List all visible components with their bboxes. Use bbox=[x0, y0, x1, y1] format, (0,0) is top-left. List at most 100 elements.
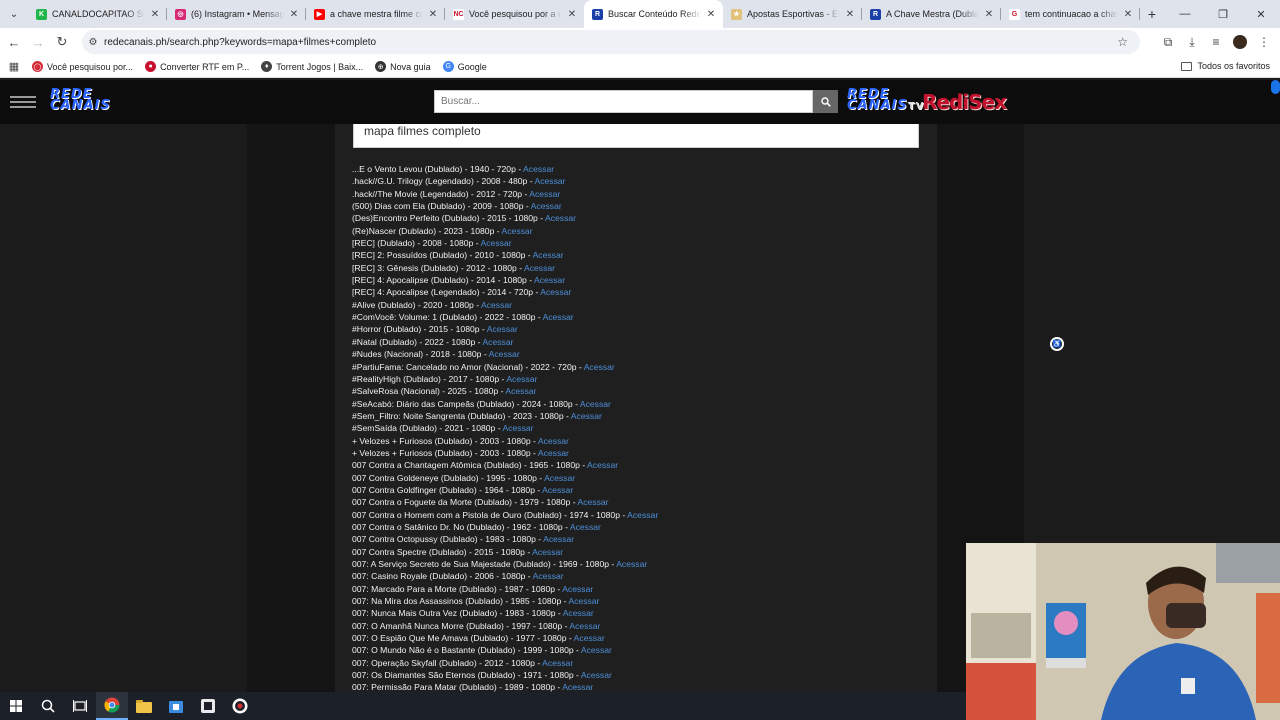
result-separator: - bbox=[481, 349, 489, 360]
tab-close-icon[interactable]: ✕ bbox=[844, 9, 856, 20]
search-icon[interactable] bbox=[32, 692, 64, 720]
acessar-link[interactable]: Acessar bbox=[568, 596, 599, 606]
tab-close-icon[interactable]: ✕ bbox=[149, 9, 161, 20]
browser-tab[interactable]: Gtem continuacao a chave ✕ bbox=[1001, 0, 1140, 28]
forward-arrow-icon[interactable]: → bbox=[26, 30, 50, 54]
scrollbar-thumb[interactable] bbox=[1271, 80, 1280, 94]
acessar-link[interactable]: Acessar bbox=[523, 164, 554, 174]
acessar-link[interactable]: Acessar bbox=[581, 645, 612, 655]
acessar-link[interactable]: Acessar bbox=[540, 287, 571, 297]
acessar-link[interactable]: Acessar bbox=[529, 189, 560, 199]
kebab-menu-icon[interactable]: ⋮ bbox=[1252, 30, 1276, 54]
bookmark-item[interactable]: ◯ Você pesquisou por... bbox=[32, 61, 133, 72]
acessar-link[interactable]: Acessar bbox=[531, 201, 562, 211]
minimize-icon[interactable]: — bbox=[1166, 0, 1204, 28]
extensions-puzzle-icon[interactable]: ⧉ bbox=[1156, 30, 1180, 54]
site-search-button[interactable] bbox=[813, 90, 838, 113]
acessar-link[interactable]: Acessar bbox=[574, 633, 605, 643]
browser-tab[interactable]: ▶ a chave mestra filme com ✕ bbox=[306, 0, 445, 28]
acessar-link[interactable]: Acessar bbox=[535, 176, 566, 186]
apps-grid-icon[interactable]: ▦ bbox=[0, 60, 28, 73]
bookmark-item[interactable]: G Google bbox=[442, 61, 487, 72]
bookmark-star-icon[interactable]: ☆ bbox=[1117, 35, 1128, 49]
calculator-app-icon[interactable] bbox=[192, 692, 224, 720]
close-window-icon[interactable]: ✕ bbox=[1242, 0, 1280, 28]
acessar-link[interactable]: Acessar bbox=[545, 213, 576, 223]
restore-icon[interactable]: ❐ bbox=[1204, 0, 1242, 28]
acessar-link[interactable]: Acessar bbox=[627, 510, 658, 520]
reload-icon[interactable]: ↻ bbox=[50, 30, 74, 54]
acessar-link[interactable]: Acessar bbox=[563, 608, 594, 618]
browser-tab[interactable]: R A Chave Mestra (Dublado ✕ bbox=[862, 0, 1001, 28]
acessar-link[interactable]: Acessar bbox=[543, 534, 574, 544]
acessar-link[interactable]: Acessar bbox=[581, 670, 612, 680]
acessar-link[interactable]: Acessar bbox=[580, 399, 611, 409]
acessar-link[interactable]: Acessar bbox=[481, 300, 512, 310]
accessibility-icon[interactable]: ♿ bbox=[1050, 337, 1064, 351]
acessar-link[interactable]: Acessar bbox=[538, 436, 569, 446]
tab-close-icon[interactable]: ✕ bbox=[1122, 9, 1134, 20]
store-icon[interactable] bbox=[160, 692, 192, 720]
profile-avatar[interactable] bbox=[1233, 35, 1247, 49]
acessar-link[interactable]: Acessar bbox=[542, 658, 573, 668]
redisex-logo[interactable]: RediSex bbox=[922, 90, 1007, 114]
tab-close-icon[interactable]: ✕ bbox=[983, 9, 995, 20]
acessar-link[interactable]: Acessar bbox=[616, 559, 647, 569]
acessar-link[interactable]: Acessar bbox=[570, 522, 601, 532]
acessar-link[interactable]: Acessar bbox=[562, 682, 593, 692]
browser-tab[interactable]: NC Você pesquisou por a cha ✕ bbox=[445, 0, 584, 28]
site-search-input[interactable] bbox=[434, 90, 813, 113]
bookmark-item[interactable]: ● Converter RTF em P... bbox=[145, 61, 249, 72]
browser-tab[interactable]: ◎ (6) Instagram • Mensagen ✕ bbox=[167, 0, 306, 28]
acessar-link[interactable]: Acessar bbox=[584, 362, 615, 372]
acessar-link[interactable]: Acessar bbox=[533, 250, 564, 260]
acessar-link[interactable]: Acessar bbox=[532, 547, 563, 557]
hamburger-menu-icon[interactable] bbox=[10, 96, 36, 111]
acessar-link[interactable]: Acessar bbox=[502, 226, 533, 236]
browser-tab[interactable]: R Buscar Conteúdo RedeCa ✕ bbox=[584, 0, 723, 28]
tab-close-icon[interactable]: ✕ bbox=[288, 9, 300, 20]
acessar-link[interactable]: Acessar bbox=[542, 485, 573, 495]
acessar-link[interactable]: Acessar bbox=[562, 584, 593, 594]
acessar-link[interactable]: Acessar bbox=[505, 386, 536, 396]
query-display[interactable]: mapa filmes completo bbox=[353, 124, 919, 148]
acessar-link[interactable]: Acessar bbox=[506, 374, 537, 384]
acessar-link[interactable]: Acessar bbox=[587, 460, 618, 470]
new-tab-plus-icon[interactable]: + bbox=[1140, 6, 1164, 22]
task-view-icon[interactable] bbox=[64, 692, 96, 720]
media-queue-icon[interactable]: ≡ bbox=[1204, 30, 1228, 54]
chrome-taskbar-icon[interactable] bbox=[96, 692, 128, 720]
acessar-link[interactable]: Acessar bbox=[538, 448, 569, 458]
acessar-link[interactable]: Acessar bbox=[524, 263, 555, 273]
browser-tab[interactable]: K CANALDOCAPITAO Strea ✕ bbox=[28, 0, 167, 28]
address-bar[interactable]: ⚙ redecanais.ph/search.php?keywords=mapa… bbox=[82, 30, 1140, 54]
all-bookmarks-button[interactable]: Todos os favoritos bbox=[1181, 61, 1270, 71]
bookmark-item[interactable]: ⊕ Nova guia bbox=[375, 61, 431, 72]
acessar-link[interactable]: Acessar bbox=[544, 473, 575, 483]
browser-tab[interactable]: ★ Apostas Esportivas - Estre ✕ bbox=[723, 0, 862, 28]
acessar-link[interactable]: Acessar bbox=[543, 312, 574, 322]
file-explorer-icon[interactable] bbox=[128, 692, 160, 720]
acessar-link[interactable]: Acessar bbox=[578, 497, 609, 507]
acessar-link[interactable]: Acessar bbox=[503, 423, 534, 433]
tab-search-chevron-icon[interactable]: ⌄ bbox=[0, 0, 28, 28]
acessar-link[interactable]: Acessar bbox=[481, 238, 512, 248]
acessar-link[interactable]: Acessar bbox=[533, 571, 564, 581]
recording-app-icon[interactable] bbox=[224, 692, 256, 720]
back-arrow-icon[interactable]: ← bbox=[2, 30, 26, 54]
acessar-link[interactable]: Acessar bbox=[489, 349, 520, 359]
acessar-link[interactable]: Acessar bbox=[569, 621, 600, 631]
acessar-link[interactable]: Acessar bbox=[487, 324, 518, 334]
acessar-link[interactable]: Acessar bbox=[482, 337, 513, 347]
site-logo[interactable]: REDE CANAIS bbox=[50, 88, 111, 112]
bookmark-item[interactable]: ♦ Torrent Jogos | Baix... bbox=[261, 61, 363, 72]
download-icon[interactable]: ⤓ bbox=[1180, 30, 1204, 54]
tab-close-icon[interactable]: ✕ bbox=[566, 9, 578, 20]
tab-close-icon[interactable]: ✕ bbox=[705, 9, 717, 20]
acessar-link[interactable]: Acessar bbox=[534, 275, 565, 285]
site-info-icon[interactable]: ⚙ bbox=[82, 37, 104, 48]
windows-start-icon[interactable] bbox=[0, 692, 32, 720]
tab-close-icon[interactable]: ✕ bbox=[427, 9, 439, 20]
acessar-link[interactable]: Acessar bbox=[571, 411, 602, 421]
rede-canais-tv-logo[interactable]: REDE CANAISTV bbox=[847, 88, 924, 112]
